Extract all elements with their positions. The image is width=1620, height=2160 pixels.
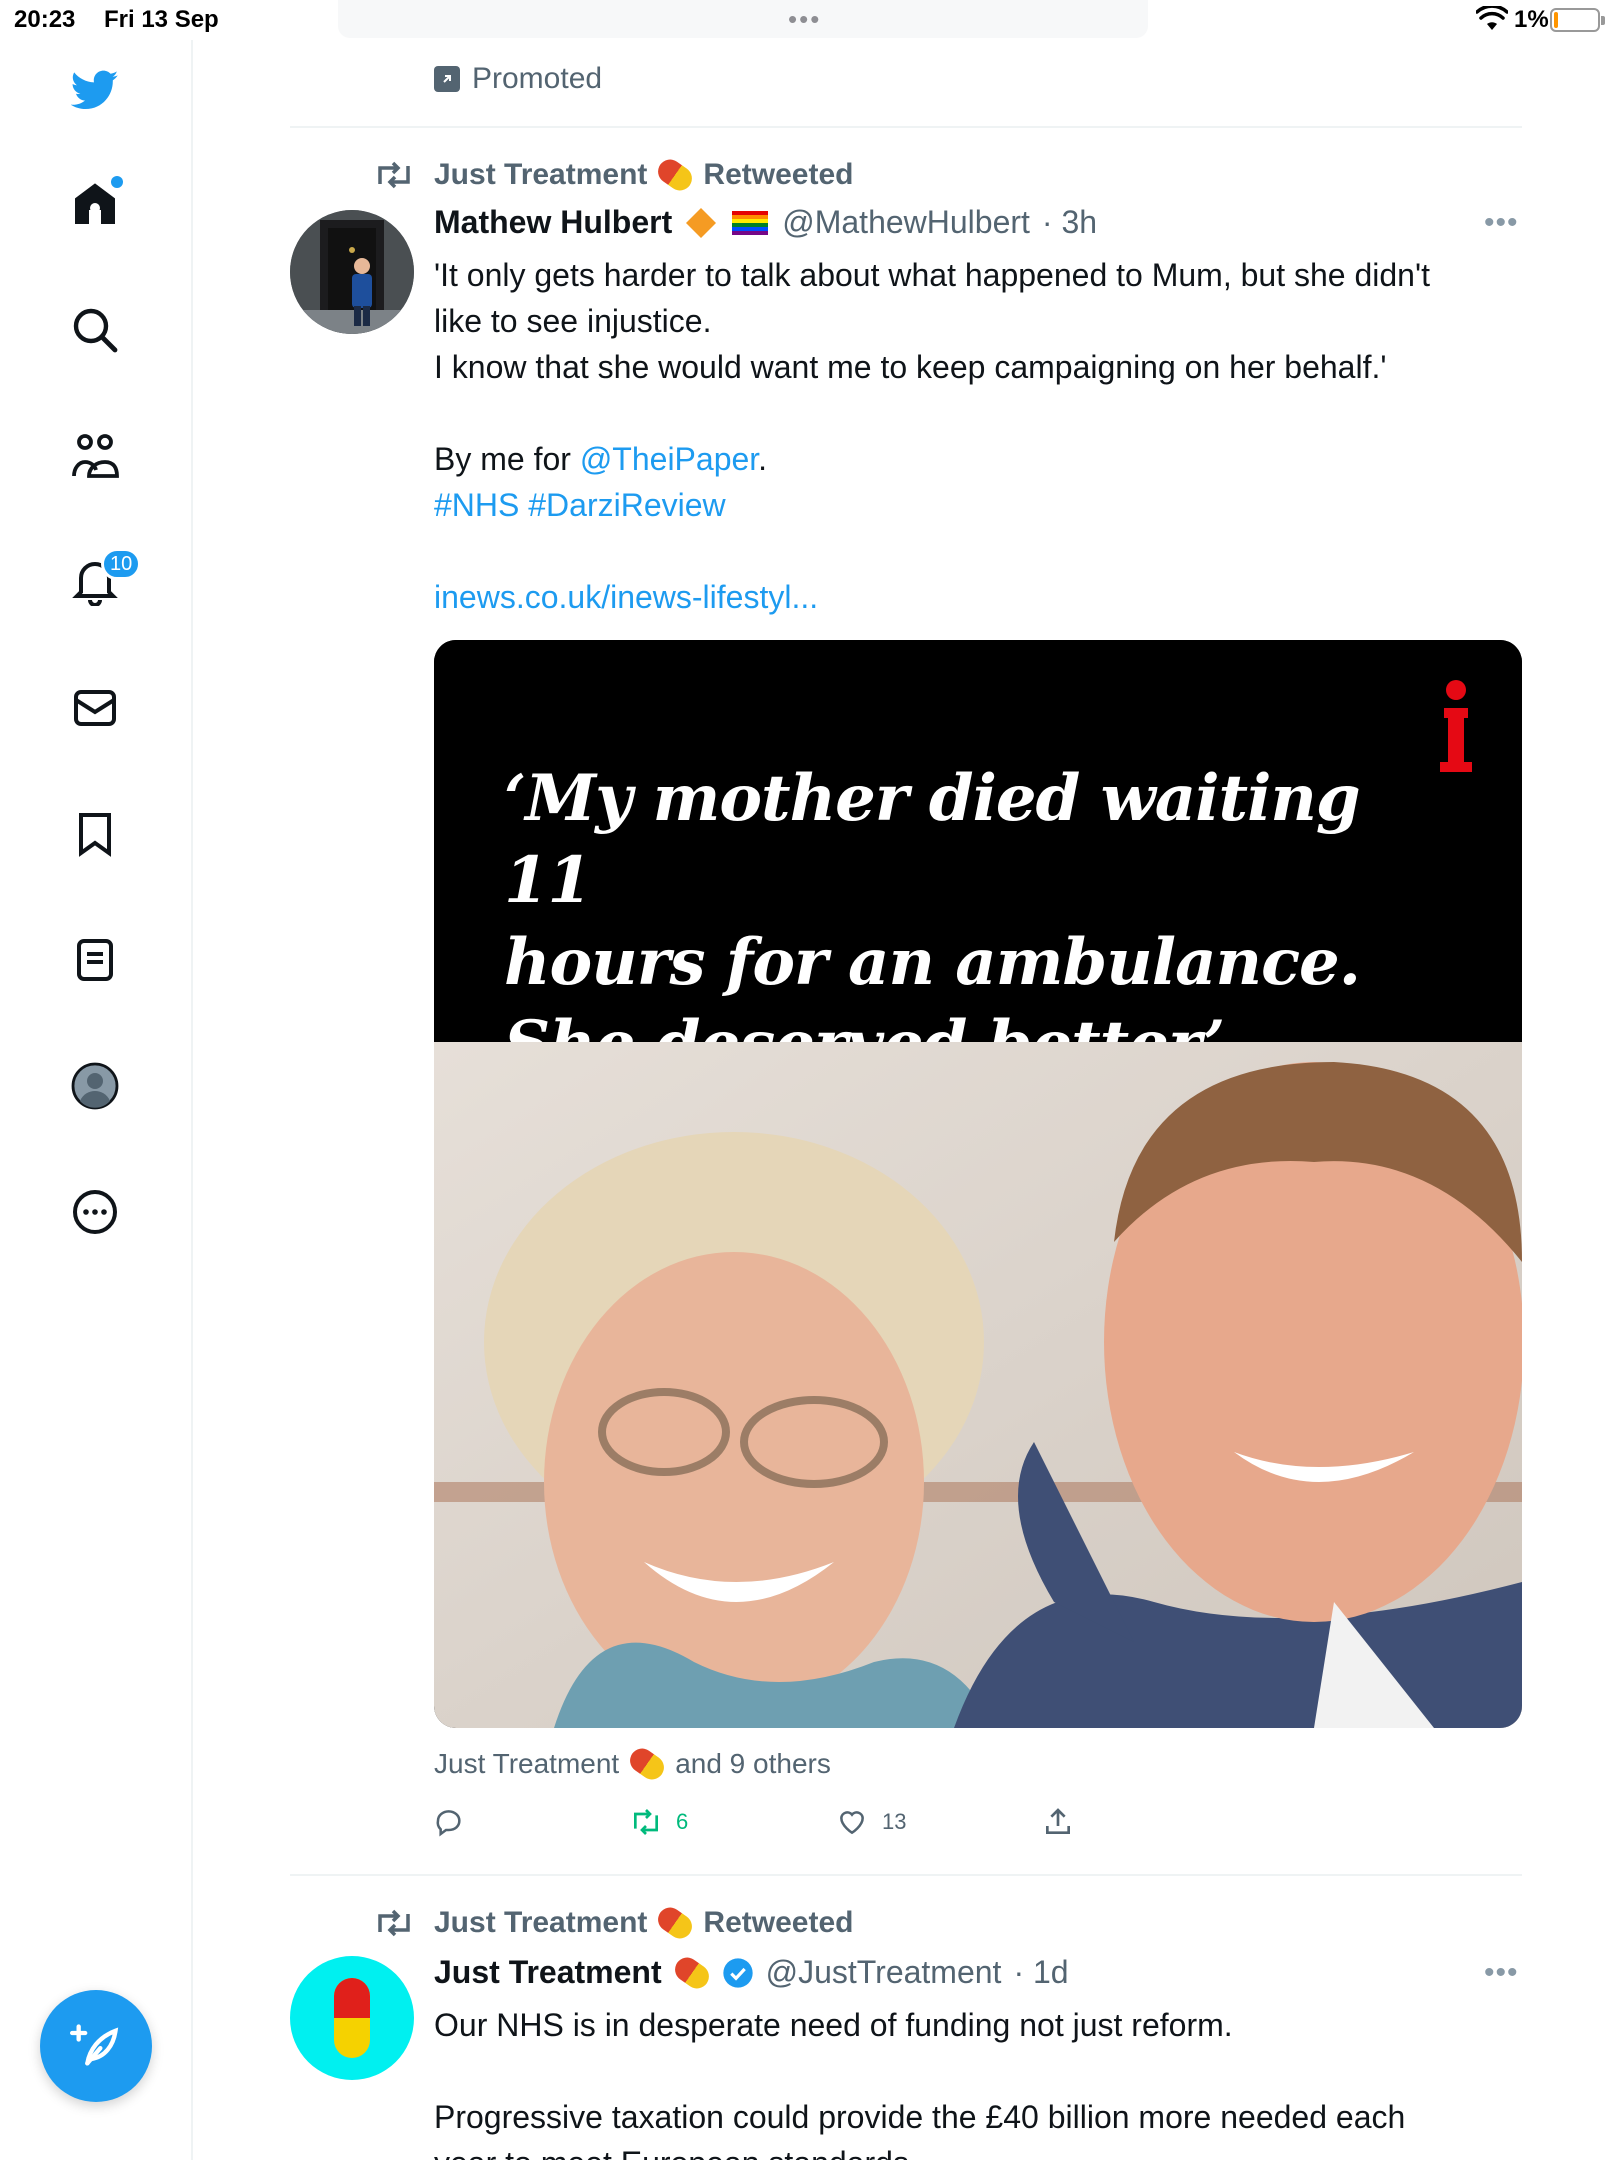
card-headline: ‘My mother died waiting 11 hours for an … [504, 758, 1404, 1086]
tweet-text-line: I know that she would want me to keep ca… [434, 349, 1387, 385]
tweet-byline: By me for @TheiPaper. [434, 436, 1524, 482]
heart-icon [840, 1811, 864, 1835]
share-upload-icon [1046, 1808, 1070, 1834]
like-count: 13 [882, 1809, 907, 1834]
avatar[interactable] [290, 210, 414, 334]
retweeted-label: Retweeted [703, 158, 854, 191]
author-handle[interactable]: @MathewHulbert [782, 204, 1030, 241]
reply-button[interactable] [434, 1806, 466, 1838]
card-headline-line: ‘My mother died waiting 11 [504, 761, 1361, 918]
tweet-text-line: year to meet European standards. [434, 2140, 1524, 2160]
retweet-count: 6 [676, 1809, 689, 1834]
tweet-header: Mathew Hulbert @MathewHulbert · 3h [434, 204, 1097, 241]
verified-badge-icon [722, 1957, 753, 1988]
retweet-icon [378, 1909, 410, 1937]
promoted-label: Promoted [434, 62, 602, 96]
retweet-button[interactable]: 6 [630, 1806, 688, 1838]
byline-prefix: By me for [434, 441, 580, 477]
retweeter-name[interactable]: Just Treatment [434, 1906, 647, 1940]
promoted-arrow-icon [434, 66, 460, 92]
author-name[interactable]: Just Treatment [434, 1954, 662, 1991]
profile-avatar-icon[interactable] [55, 1046, 135, 1126]
social-context-name: Just Treatment [434, 1748, 620, 1779]
retweet-icon [378, 161, 410, 189]
sidebar-nav: 10 [0, 40, 193, 2160]
pill-emoji-icon [653, 154, 698, 196]
more-options-icon[interactable]: ••• [1484, 206, 1519, 240]
tweet-divider [290, 1874, 1522, 1876]
article-link[interactable]: inews.co.uk/inews-lifestyl... [434, 574, 1524, 620]
notifications-bell-icon[interactable]: 10 [55, 542, 142, 622]
messages-mail-icon[interactable] [55, 668, 135, 748]
status-bar: 20:23 Fri 13 Sep ••• 1% [0, 0, 1620, 40]
avatar[interactable] [290, 1956, 414, 2080]
notifications-badge: 10 [101, 548, 142, 580]
top-bar-blur [338, 0, 1148, 38]
i-paper-logo-icon [1440, 680, 1472, 772]
card-headline-panel: ‘My mother died waiting 11 hours for an … [434, 640, 1522, 1082]
tweet-text-line: 'It only gets harder to talk about what … [434, 257, 1430, 293]
hashtags-link[interactable]: #NHS #DarziReview [434, 482, 1524, 528]
unread-dot [111, 176, 123, 188]
share-button[interactable] [1042, 1806, 1074, 1838]
tweet-time[interactable]: · 3h [1042, 204, 1097, 241]
pill-emoji-icon [669, 1952, 714, 1993]
social-context-suffix: and 9 others [675, 1748, 831, 1779]
pill-emoji-icon [625, 1743, 669, 1785]
card-photo [434, 1042, 1522, 1728]
byline-suffix: . [758, 441, 768, 477]
rainbow-flag-emoji-icon [732, 210, 769, 235]
status-time: 20:23 [14, 6, 76, 33]
search-icon[interactable] [55, 290, 135, 370]
tweet-text-line: Our NHS is in desperate need of funding … [434, 2007, 1233, 2043]
more-options-icon[interactable]: ••• [1484, 1956, 1519, 1990]
tweet-time[interactable]: · 1d [1013, 1954, 1068, 1991]
pill-emoji-icon [653, 1902, 698, 1944]
wifi-icon [1476, 6, 1508, 30]
retweet-icon [634, 1809, 658, 1835]
retweeter-name[interactable]: Just Treatment [434, 158, 647, 192]
author-name[interactable]: Mathew Hulbert [434, 204, 672, 241]
author-handle[interactable]: @JustTreatment [766, 1954, 1002, 1991]
battery-icon [1550, 8, 1605, 32]
reply-bubble-icon [436, 1810, 461, 1837]
home-icon[interactable] [55, 164, 135, 244]
compose-feather-icon[interactable] [40, 1990, 152, 2102]
promoted-text: Promoted [472, 62, 603, 95]
tweet-actions: 6 13 [434, 1806, 1522, 1846]
retweeted-label: Retweeted [703, 1906, 854, 1939]
like-button[interactable]: 13 [836, 1806, 906, 1838]
tweet-text-line: like to see injustice. [434, 303, 712, 339]
retweet-context[interactable]: Just Treatment Retweeted [374, 1902, 854, 1944]
link-card-image[interactable]: ‘My mother died waiting 11 hours for an … [434, 640, 1522, 1728]
status-date: Fri 13 Sep [104, 6, 219, 33]
tweet-header: Just Treatment @JustTreatment · 1d [434, 1952, 1069, 1993]
tweet-text: 'It only gets harder to talk about what … [434, 252, 1524, 620]
card-headline-line: hours for an ambulance. [504, 925, 1361, 1000]
bookmark-icon[interactable] [55, 794, 135, 874]
battery-percent: 1% [1514, 6, 1549, 33]
twitter-bird-icon[interactable] [55, 50, 135, 130]
communities-icon[interactable] [55, 416, 135, 496]
more-circle-icon[interactable] [55, 1172, 135, 1252]
orange-diamond-emoji-icon [686, 207, 717, 238]
lists-icon[interactable] [55, 920, 135, 1000]
multitasking-dots-icon[interactable]: ••• [788, 4, 821, 35]
tweet-text: Our NHS is in desperate need of funding … [434, 2002, 1524, 2160]
tweet-text-line: Progressive taxation could provide the £… [434, 2099, 1406, 2135]
tweet-divider [290, 126, 1522, 128]
mention-link[interactable]: @TheiPaper [580, 441, 758, 477]
retweet-context[interactable]: Just Treatment Retweeted [374, 154, 854, 196]
social-context[interactable]: Just Treatment and 9 others [434, 1743, 831, 1785]
